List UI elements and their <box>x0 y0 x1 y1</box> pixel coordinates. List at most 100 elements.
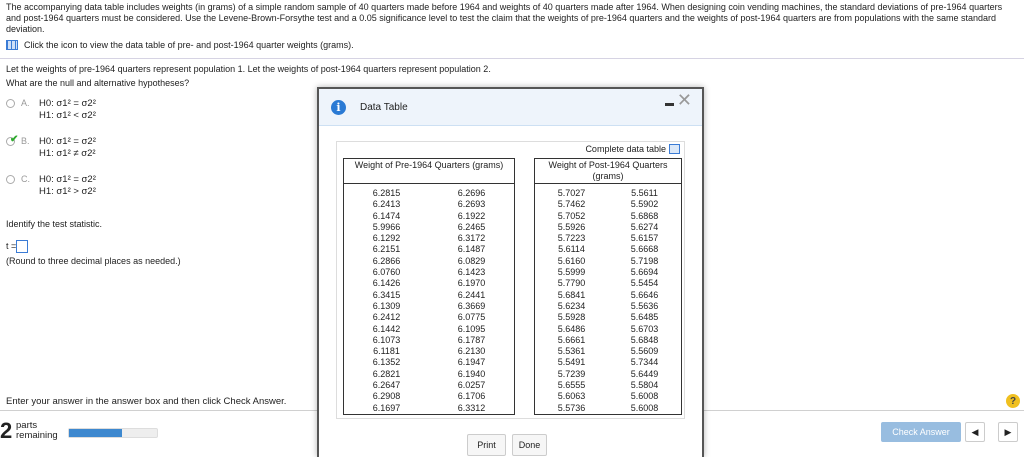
data-table-container: Complete data table Weight of Pre-1964 Q… <box>336 141 685 419</box>
next-button[interactable]: ▶ <box>998 422 1018 442</box>
progress-fill <box>69 429 122 437</box>
alternative-hypothesis: H1: σ1² > σ2² <box>39 186 96 197</box>
table-row: 5.7223 5.6157 <box>535 233 682 244</box>
post-1964-table: Weight of Post-1964 Quarters (grams) 5.7… <box>534 158 682 415</box>
check-answer-button[interactable]: Check Answer <box>881 422 961 442</box>
table-row: 5.7027 5.5611 <box>535 184 682 200</box>
table-cell: 5.7198 <box>630 255 659 266</box>
table-cell: 5.7462 <box>557 199 586 210</box>
table-cell: 5.5454 <box>630 278 659 289</box>
option-letter: B. <box>21 136 30 146</box>
table-row: 6.1309 6.3669 <box>344 301 515 312</box>
table-cell: 6.2908 <box>372 391 401 402</box>
pre-1964-header: Weight of Pre-1964 Quarters (grams) <box>343 158 515 184</box>
table-cell: 5.6063 <box>557 391 586 402</box>
table-row: 6.2866 6.0829 <box>344 256 515 267</box>
table-cell: 5.5636 <box>630 300 659 311</box>
table-cell: 5.6157 <box>630 233 659 244</box>
dialog-header: i Data Table <box>319 89 702 126</box>
table-cell: 6.1487 <box>457 244 486 255</box>
table-cell: 5.7790 <box>557 278 586 289</box>
table-row: 5.6160 5.7198 <box>535 256 682 267</box>
table-cell: 6.1787 <box>457 334 486 345</box>
table-cell: 5.5609 <box>630 346 659 357</box>
table-row: 5.6555 5.5804 <box>535 380 682 391</box>
table-row: 6.2821 6.1940 <box>344 369 515 380</box>
parts-label-2: remaining <box>16 430 58 441</box>
close-icon[interactable]: ✕ <box>677 91 692 109</box>
table-cell: 5.6694 <box>630 267 659 278</box>
table-cell: 6.2821 <box>372 368 401 379</box>
table-cell: 6.2693 <box>457 199 486 210</box>
table-cell: 5.6841 <box>557 289 586 300</box>
table-cell: 6.1922 <box>457 210 486 221</box>
table-row: 6.2412 6.0775 <box>344 312 515 323</box>
table-row: 6.1181 6.2130 <box>344 346 515 357</box>
footer-instruction: Enter your answer in the answer box and … <box>6 396 287 407</box>
problem-intro: The accompanying data table includes wei… <box>6 2 1003 34</box>
parts-count: 2 <box>0 418 13 443</box>
table-row: 5.7239 5.6449 <box>535 369 682 380</box>
data-table-link-text[interactable]: Click the icon to view the data table of… <box>24 40 354 50</box>
table-cell: 5.6449 <box>630 368 659 379</box>
table-row: 6.2908 6.1706 <box>344 391 515 402</box>
table-row: 6.1426 6.1970 <box>344 278 515 289</box>
table-row: 6.1073 6.1787 <box>344 335 515 346</box>
table-cell: 6.2866 <box>372 255 401 266</box>
table-icon[interactable] <box>6 40 18 50</box>
hypothesis-option-b[interactable]: ✔ B. H0: σ1² = σ2² H1: σ1² ≠ σ2² <box>6 134 96 160</box>
table-cell: 6.1352 <box>372 357 401 368</box>
dialog-title: Data Table <box>360 101 408 113</box>
t-label: t = <box>6 240 17 251</box>
table-cell: 6.2696 <box>457 188 486 198</box>
table-cell: 6.1947 <box>457 357 486 368</box>
table-cell: 6.1095 <box>457 323 486 334</box>
null-hypothesis: H0: σ1² = σ2² <box>39 136 96 147</box>
table-row: 5.6841 5.6646 <box>535 290 682 301</box>
hypothesis-option-a[interactable]: A. H0: σ1² = σ2² H1: σ1² < σ2² <box>6 98 96 122</box>
complete-data-table-label[interactable]: Complete data table <box>585 144 666 154</box>
table-row: 5.5361 5.5609 <box>535 346 682 357</box>
table-cell: 5.6848 <box>630 334 659 345</box>
population-text: Let the weights of pre-1964 quarters rep… <box>6 64 491 74</box>
table-row: 6.2815 6.2696 <box>344 184 515 200</box>
checkmark-icon: ✔ <box>10 134 19 145</box>
table-cell: 5.7344 <box>630 357 659 368</box>
table-row: 5.7790 5.5454 <box>535 278 682 289</box>
table-cell: 5.5611 <box>631 188 658 198</box>
data-table-link[interactable]: Click the icon to view the data table of… <box>6 40 354 50</box>
question-text: What are the null and alternative hypoth… <box>6 78 190 88</box>
table-row: 5.6486 5.6703 <box>535 324 682 335</box>
minimize-icon[interactable] <box>665 103 674 106</box>
table-cell: 6.1423 <box>457 267 486 278</box>
table-row: 5.5999 5.6694 <box>535 267 682 278</box>
table-row: 6.3415 6.2441 <box>344 290 515 301</box>
table-cell: 6.3172 <box>457 233 486 244</box>
complete-data-table-link[interactable]: Complete data table <box>585 144 680 154</box>
help-icon[interactable]: ? <box>1006 394 1020 408</box>
radio-button[interactable]: ✔ <box>6 134 19 146</box>
alternative-hypothesis: H1: σ1² < σ2² <box>39 110 96 121</box>
table-cell: 5.6661 <box>557 334 586 345</box>
identify-text: Identify the test statistic. <box>6 219 103 229</box>
prev-button[interactable]: ◀ <box>965 422 985 442</box>
table-cell: 6.1073 <box>372 334 401 345</box>
table-cell: 5.5928 <box>557 312 586 323</box>
table-row: 5.6661 5.6848 <box>535 335 682 346</box>
table-cell: 5.5999 <box>557 267 586 278</box>
radio-button[interactable] <box>6 175 15 184</box>
hypothesis-option-c[interactable]: C. H0: σ1² = σ2² H1: σ1² > σ2² <box>6 174 96 198</box>
null-hypothesis: H0: σ1² = σ2² <box>39 174 96 185</box>
data-table-dialog: i Data Table ✕ Complete data table Weigh… <box>317 87 704 457</box>
t-row: t = <box>6 240 29 253</box>
table-cell: 5.9966 <box>372 221 401 232</box>
table-cell: 6.3415 <box>372 289 401 300</box>
hypotheses: H0: σ1² = σ2² H1: σ1² > σ2² <box>39 174 96 198</box>
post-1964-header: Weight of Post-1964 Quarters (grams) <box>534 158 682 184</box>
table-cell: 5.6114 <box>558 244 585 255</box>
radio-button[interactable] <box>6 99 15 108</box>
table-cell: 5.7239 <box>557 368 586 379</box>
expand-icon[interactable] <box>669 144 680 154</box>
table-cell: 5.6008 <box>630 402 659 413</box>
t-answer-input[interactable] <box>16 240 29 253</box>
